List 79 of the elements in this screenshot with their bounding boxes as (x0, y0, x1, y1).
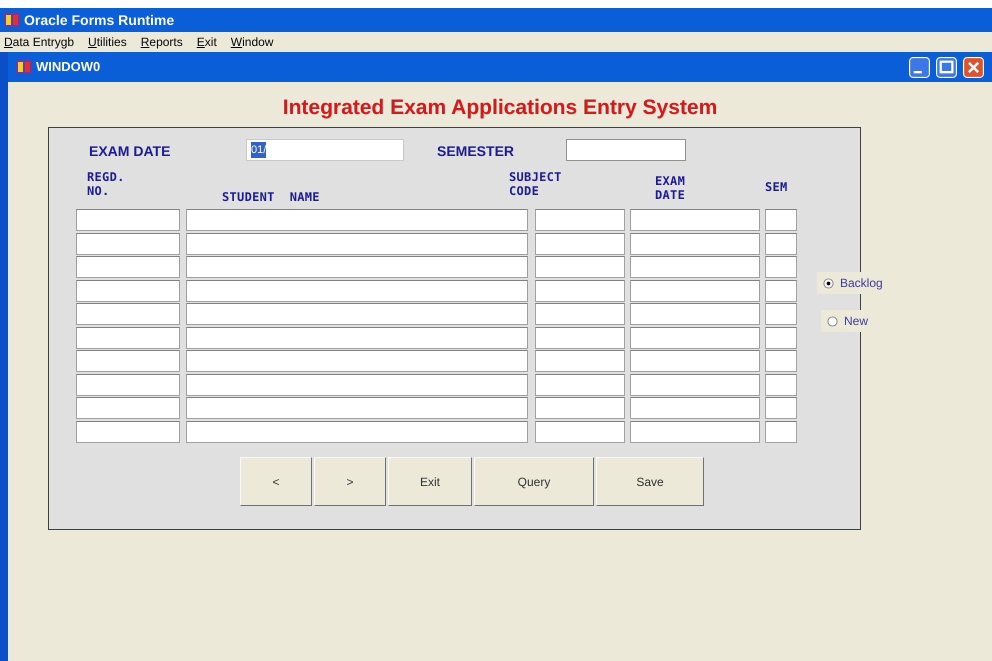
input-field[interactable] (186, 374, 528, 396)
input-field[interactable] (630, 209, 760, 231)
input-field[interactable] (76, 326, 180, 348)
input-field[interactable] (186, 280, 528, 302)
column-header: REGD. NO. (87, 170, 125, 198)
input-field[interactable] (186, 397, 528, 419)
input-field[interactable] (630, 374, 760, 396)
input-field[interactable] (765, 420, 797, 442)
menu-item[interactable]: Reports (140, 33, 183, 51)
input-field[interactable] (535, 256, 625, 278)
menu-item[interactable]: Exit (196, 33, 217, 51)
input-field[interactable] (76, 374, 180, 396)
input-field[interactable] (76, 350, 180, 372)
input-field[interactable] (186, 209, 528, 231)
input-field[interactable] (186, 232, 528, 254)
input-field[interactable] (765, 256, 797, 278)
input-field[interactable] (630, 280, 760, 302)
column-header: EXAM DATE (655, 174, 686, 202)
menu-item[interactable]: Data Entrygb (4, 33, 74, 51)
input-field[interactable] (535, 280, 625, 302)
form-button[interactable]: Query (474, 457, 594, 506)
field-label: SEMESTER (437, 142, 514, 161)
input-field[interactable] (535, 420, 625, 442)
input-field[interactable] (535, 209, 625, 231)
input-field[interactable] (535, 374, 625, 396)
app-icon (16, 60, 32, 74)
input-field[interactable] (76, 420, 180, 442)
maximize-button[interactable] (936, 56, 957, 78)
close-button[interactable] (963, 56, 984, 78)
input-field[interactable] (186, 256, 528, 278)
input-field[interactable] (76, 232, 180, 254)
input-field[interactable] (566, 139, 686, 161)
input-field[interactable] (186, 420, 528, 442)
column-header: STUDENT NAME (222, 190, 320, 204)
app-icon (4, 13, 20, 27)
input-field[interactable] (76, 397, 180, 419)
window-title: Oracle Forms Runtime (24, 10, 174, 30)
input-field[interactable] (765, 303, 797, 325)
input-field[interactable] (535, 303, 625, 325)
input-field[interactable] (765, 326, 797, 348)
input-field[interactable] (186, 303, 528, 325)
window-title: WINDOW0 (36, 58, 102, 76)
input-field[interactable] (765, 232, 797, 254)
input-field[interactable] (630, 232, 760, 254)
field-label: EXAM DATE (89, 142, 170, 161)
input-field[interactable] (630, 397, 760, 419)
input-field[interactable] (630, 256, 760, 278)
input-field[interactable] (765, 350, 797, 372)
input-field[interactable] (765, 397, 797, 419)
input-field[interactable] (535, 326, 625, 348)
form-button[interactable]: > (314, 457, 386, 506)
input-field[interactable] (765, 209, 797, 231)
input-field[interactable] (76, 256, 180, 278)
input-field[interactable] (76, 303, 180, 325)
input-field[interactable] (535, 350, 625, 372)
input-field[interactable] (535, 232, 625, 254)
radio-icon (823, 278, 834, 288)
form-heading: Integrated Exam Applications Entry System (282, 96, 718, 119)
menu-item[interactable]: Utilities (88, 33, 127, 51)
input-field[interactable] (186, 326, 528, 348)
form-button[interactable]: Exit (388, 457, 472, 506)
input-field[interactable] (76, 209, 180, 231)
input-field[interactable] (630, 326, 760, 348)
input-field[interactable] (630, 303, 760, 325)
radio-icon (827, 316, 838, 326)
column-header: SUBJECT CODE (509, 170, 562, 198)
input-field[interactable] (630, 420, 760, 442)
input-field[interactable] (535, 397, 625, 419)
input-field[interactable]: 01/ (246, 139, 404, 161)
form-button[interactable]: Save (596, 457, 704, 506)
input-field[interactable] (765, 280, 797, 302)
input-field[interactable] (765, 374, 797, 396)
minimize-button[interactable] (909, 56, 930, 78)
menu-item[interactable]: Window (230, 33, 274, 51)
input-field[interactable] (186, 350, 528, 372)
input-field[interactable] (76, 280, 180, 302)
column-header: SEM (765, 180, 788, 194)
input-field[interactable] (630, 350, 760, 372)
form-button[interactable]: < (240, 457, 312, 506)
